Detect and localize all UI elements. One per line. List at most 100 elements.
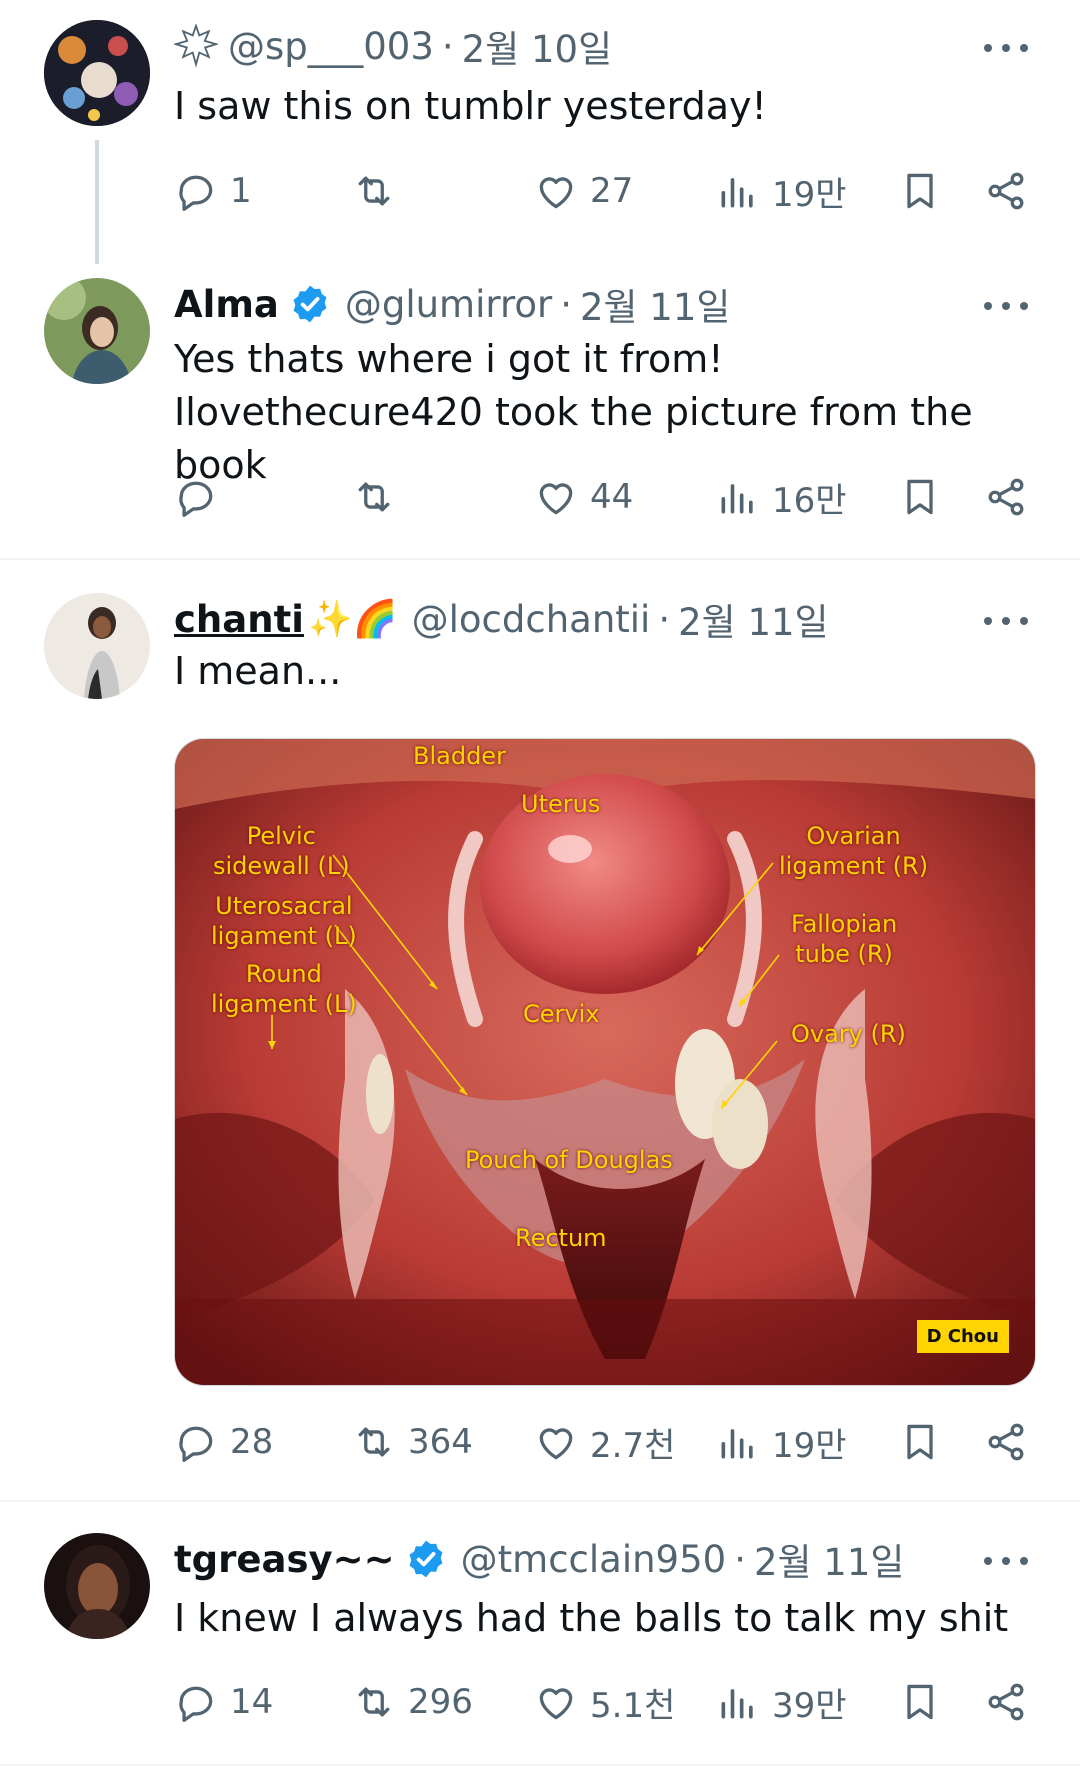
tweet-actions: 1 27 19만 [174,161,1034,221]
reply-count: 28 [230,1422,274,1462]
reply-button[interactable]: 1 [174,161,252,221]
verified-badge-icon [289,283,331,325]
retweet-button[interactable] [352,467,408,527]
label-cervix: Cervix [523,1000,600,1028]
bookmark-button[interactable] [898,1412,942,1472]
photo-credit: D Chou [916,1320,1009,1353]
heart-icon [534,475,578,519]
name-emoji: ✨🌈 [307,599,398,640]
label-uterosacral-ligament: Uterosacral ligament (L) [211,892,357,950]
more-icon[interactable] [984,38,1028,58]
more-icon[interactable] [984,296,1028,316]
share-icon [984,475,1028,519]
like-count: 27 [590,171,634,211]
user-handle[interactable]: @locdchantii [412,598,651,641]
bookmark-button[interactable] [898,161,942,221]
reply-icon [174,475,218,519]
share-icon [984,1680,1028,1724]
divider [0,558,1080,560]
tweet-date[interactable]: 2월 11일 [754,1532,904,1586]
dot-separator: · [658,597,671,641]
tweet-actions: 28 364 2.7천 19만 [174,1412,1034,1472]
like-button[interactable]: 27 [534,161,633,221]
tweet-header: chanti ✨🌈 @locdchantii · 2월 11일 [174,593,1020,645]
tweet-date[interactable]: 2월 11일 [678,592,828,646]
views-button[interactable]: 16만 [716,467,847,527]
retweet-button[interactable]: 296 [352,1672,473,1732]
label-fallopian-tube: Fallopian tube (R) [791,910,898,968]
retweet-count: 296 [408,1682,473,1722]
tweet-header: @sp___003 · 2월 10일 [174,20,1020,72]
sparkle-icon [174,24,218,68]
reply-button[interactable]: 28 [174,1412,273,1472]
user-handle[interactable]: @sp___003 [228,25,434,68]
tweet-date[interactable]: 2월 10일 [462,19,612,73]
tweet-1[interactable]: @sp___003 · 2월 10일 I saw this on tumblr … [0,0,1080,264]
bookmark-button[interactable] [898,1672,942,1732]
like-count: 44 [590,477,634,517]
like-button[interactable]: 5.1천 [534,1672,675,1732]
bookmark-icon [898,475,942,519]
bookmark-icon [898,169,942,213]
label-bladder: Bladder [413,742,506,770]
divider [0,1764,1080,1766]
more-icon[interactable] [984,1551,1028,1571]
reply-button[interactable]: 14 [174,1672,273,1732]
display-name[interactable]: Alma [174,283,279,326]
avatar[interactable] [44,1533,150,1639]
share-icon [984,1420,1028,1464]
reply-count: 14 [230,1682,274,1722]
tweet-actions: 44 16만 [174,467,1034,527]
share-button[interactable] [984,1412,1028,1472]
user-handle[interactable]: @tmcclain950 [461,1538,727,1581]
share-button[interactable] [984,467,1028,527]
like-count: 2.7천 [590,1425,676,1466]
views-button[interactable]: 19만 [716,1412,847,1472]
share-button[interactable] [984,161,1028,221]
share-button[interactable] [984,1672,1028,1732]
tweet-actions: 14 296 5.1천 39만 [174,1672,1034,1732]
heart-icon [534,1680,578,1724]
avatar[interactable] [44,593,150,699]
user-handle[interactable]: @glumirror [345,283,552,326]
avatar[interactable] [44,20,150,126]
tweet-text: I mean... [174,649,342,693]
tweet-image[interactable]: Bladder Uterus Pelvic sidewall (L) Utero… [174,738,1036,1386]
label-uterus: Uterus [521,790,601,818]
more-icon[interactable] [984,611,1028,631]
bookmark-icon [898,1680,942,1724]
display-name[interactable]: chanti [174,598,304,641]
heart-icon [534,1420,578,1464]
dot-separator: · [441,24,454,68]
share-icon [984,169,1028,213]
dot-separator: · [560,282,572,326]
heart-icon [534,169,578,213]
views-icon [716,1420,760,1464]
reply-icon [174,169,218,213]
retweet-icon [352,1420,396,1464]
bookmark-button[interactable] [898,467,942,527]
avatar[interactable] [44,278,150,384]
reply-button[interactable] [174,467,230,527]
divider [0,1500,1080,1502]
bookmark-icon [898,1420,942,1464]
retweet-icon [352,169,396,213]
reply-count: 1 [230,171,252,211]
view-count: 19만 [772,1425,847,1466]
views-button[interactable]: 19만 [716,161,847,221]
tweet-3[interactable]: chanti ✨🌈 @locdchantii · 2월 11일 I mean..… [0,575,1080,1495]
tweet-2[interactable]: Alma @glumirror · 2월 11일 Yes thats where… [0,260,1080,560]
display-name[interactable]: tgreasy~~ [174,1538,395,1581]
tweet-4[interactable]: tgreasy~~ @tmcclain950 · 2월 11일 I knew I… [0,1515,1080,1765]
dot-separator: · [734,1537,746,1581]
tweet-header: Alma @glumirror · 2월 11일 [174,278,1020,330]
tweet-date[interactable]: 2월 11일 [580,277,730,331]
views-icon [716,475,760,519]
tweet-text: I knew I always had the balls to talk my… [174,1596,1009,1640]
like-button[interactable]: 44 [534,467,633,527]
thread-line [95,140,99,264]
like-button[interactable]: 2.7천 [534,1412,675,1472]
views-button[interactable]: 39만 [716,1672,847,1732]
retweet-button[interactable] [352,161,408,221]
retweet-button[interactable]: 364 [352,1412,473,1472]
